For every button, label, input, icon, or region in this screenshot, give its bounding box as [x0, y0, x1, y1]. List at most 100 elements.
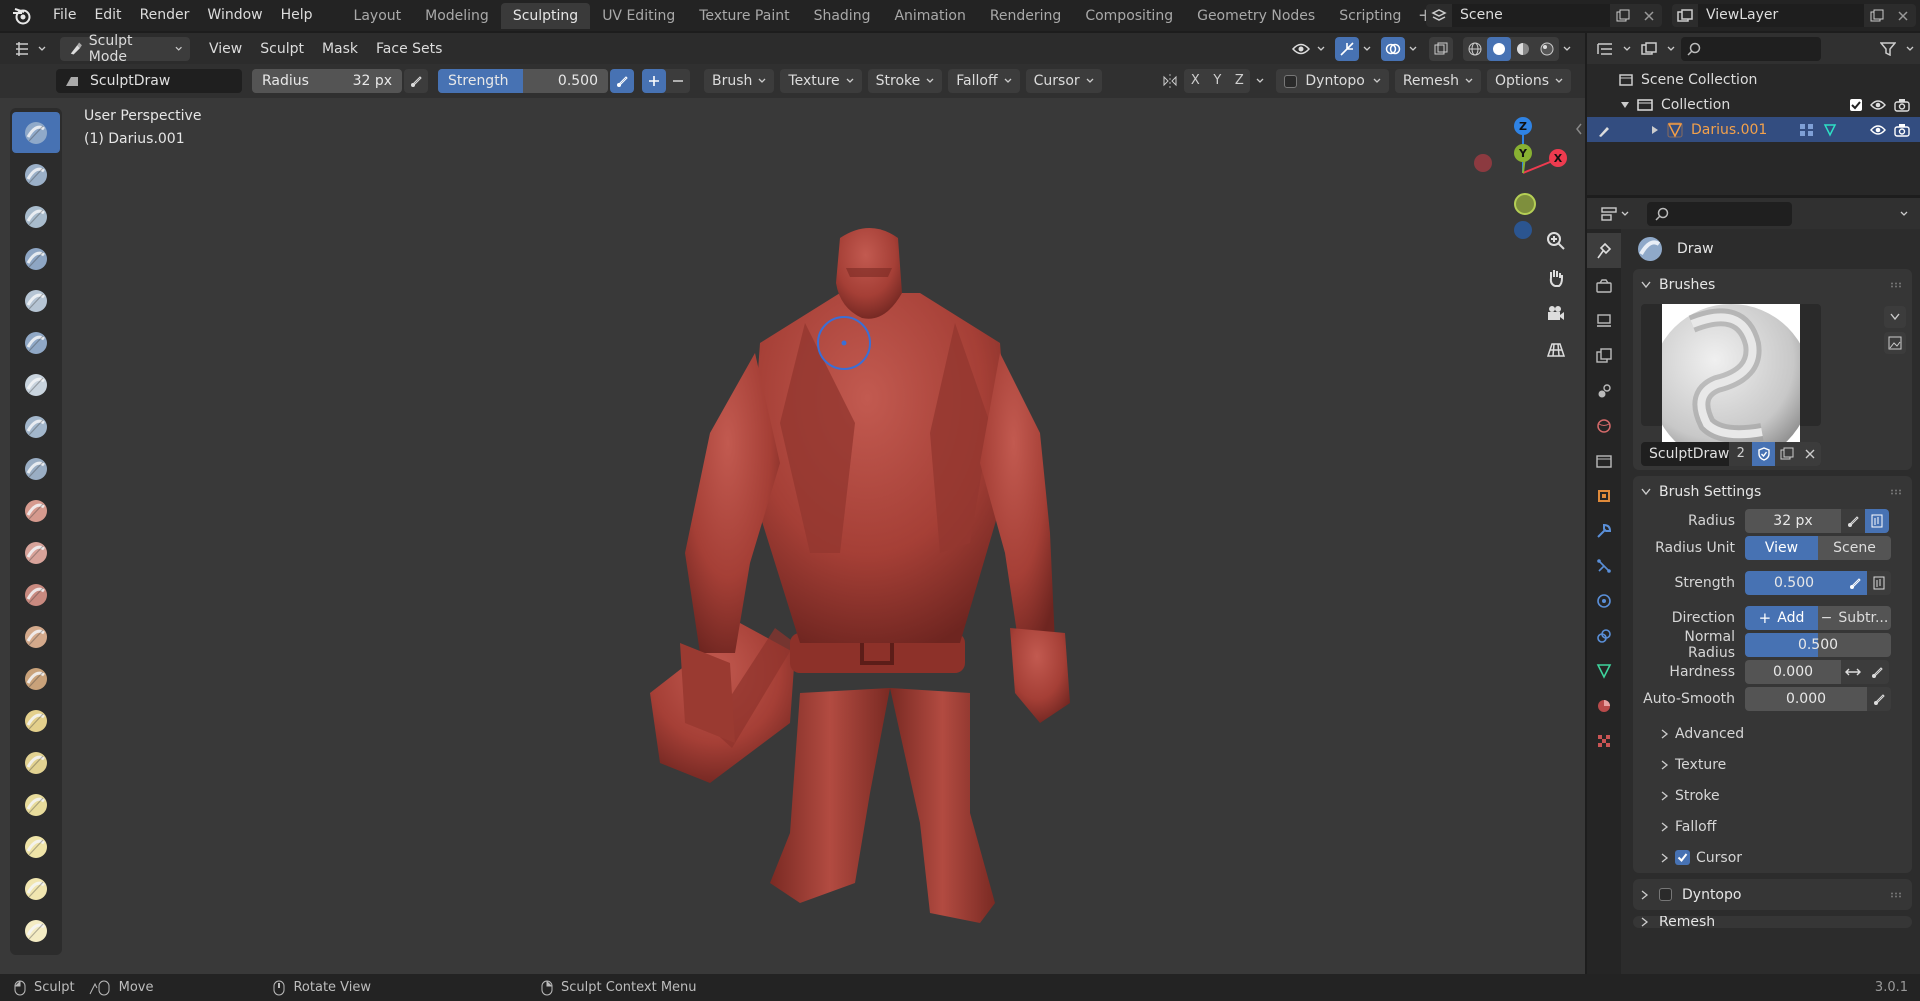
subpanel-falloff[interactable]: Falloff: [1633, 811, 1912, 842]
tool-scrape-icon[interactable]: [12, 616, 60, 657]
tool-pose-icon[interactable]: [12, 910, 60, 951]
mode-selector[interactable]: Sculpt Mode: [60, 33, 190, 65]
menu-mask[interactable]: Mask: [313, 37, 367, 61]
fake-user-shield-icon[interactable]: [1752, 442, 1776, 466]
navigation-gizmo[interactable]: Z Y X: [1465, 108, 1585, 248]
mirror-x-toggle[interactable]: X: [1184, 69, 1207, 93]
hardness-slider[interactable]: 0.000: [1745, 659, 1841, 684]
duplicate-brush-icon[interactable]: [1775, 442, 1799, 466]
view-layer-name[interactable]: ViewLayer: [1698, 4, 1864, 27]
visibility-icon[interactable]: [1289, 37, 1313, 61]
strength-field[interactable]: 0.500: [1745, 570, 1843, 595]
radius-unit-scene[interactable]: Scene: [1818, 535, 1891, 560]
outliner-row-scene-collection[interactable]: Scene Collection: [1587, 67, 1920, 92]
brush-menu[interactable]: Brush: [704, 69, 775, 93]
tool-clay-strips-icon[interactable]: [12, 238, 60, 279]
dyntopo-menu[interactable]: Dyntopo: [1276, 69, 1389, 93]
outliner-search-input[interactable]: [1681, 36, 1821, 61]
tab-scripting[interactable]: Scripting: [1327, 3, 1413, 29]
delete-scene-icon[interactable]: [1636, 4, 1662, 27]
brush-selector[interactable]: SculptDraw: [56, 69, 242, 93]
sidebar-toggle-icon[interactable]: [1575, 123, 1583, 135]
falloff-menu[interactable]: Falloff: [948, 69, 1020, 93]
texture-menu[interactable]: Texture: [780, 69, 862, 93]
object-render-icon[interactable]: [1894, 123, 1910, 137]
menu-view[interactable]: View: [200, 37, 251, 61]
properties-search-input[interactable]: [1647, 201, 1792, 226]
tab-scene-icon[interactable]: [1587, 373, 1621, 408]
tab-shading[interactable]: Shading: [802, 3, 883, 29]
filter-icon[interactable]: [1876, 37, 1900, 61]
brush-name-field[interactable]: SculptDraw 2: [1641, 442, 1821, 466]
tab-particles-icon[interactable]: [1587, 548, 1621, 583]
menu-edit[interactable]: Edit: [85, 0, 130, 31]
dyntopo-panel-header[interactable]: Dyntopo: [1633, 879, 1912, 910]
outliner-row-darius[interactable]: Darius.001: [1587, 117, 1920, 142]
render-camera-icon[interactable]: [1894, 98, 1910, 112]
stroke-menu[interactable]: Stroke: [867, 69, 943, 93]
tab-rendering[interactable]: Rendering: [978, 3, 1074, 29]
add-direction-icon[interactable]: [642, 69, 666, 93]
camera-view-icon[interactable]: [1541, 299, 1571, 329]
tool-layer-icon[interactable]: [12, 322, 60, 363]
tab-texture-paint[interactable]: Texture Paint: [687, 3, 801, 29]
menu-help[interactable]: Help: [272, 0, 322, 31]
cursor-menu[interactable]: Cursor: [1025, 69, 1102, 93]
tab-constraints-icon[interactable]: [1587, 618, 1621, 653]
delete-view-layer-icon[interactable]: [1890, 4, 1916, 27]
subtract-direction-icon[interactable]: [666, 69, 690, 93]
new-view-layer-icon[interactable]: [1864, 4, 1890, 27]
tool-snake-hook-icon[interactable]: [12, 826, 60, 867]
tool-thumb-icon[interactable]: [12, 868, 60, 909]
direction-subtract-button[interactable]: − Subtr...: [1818, 605, 1891, 630]
options-menu[interactable]: Options: [1486, 69, 1571, 93]
strength-curve-icon[interactable]: [1867, 570, 1891, 595]
tool-multiplane-scrape-icon[interactable]: [12, 658, 60, 699]
tool-blob-icon[interactable]: [12, 406, 60, 447]
scene-selector[interactable]: Scene: [1426, 4, 1662, 27]
menu-window[interactable]: Window: [198, 0, 271, 31]
tool-draw-sharp-icon[interactable]: [12, 154, 60, 195]
brush-thumbnail[interactable]: [1641, 304, 1821, 442]
tab-world-icon[interactable]: [1587, 408, 1621, 443]
character-model[interactable]: [640, 223, 1080, 923]
tool-smooth-icon[interactable]: [12, 490, 60, 531]
tab-sculpting[interactable]: Sculpting: [500, 2, 591, 29]
dyntopo-panel-checkbox[interactable]: [1659, 888, 1672, 901]
tab-layout[interactable]: Layout: [342, 3, 414, 29]
remesh-menu[interactable]: Remesh: [1394, 69, 1481, 93]
brushes-panel-header[interactable]: Brushes: [1633, 269, 1912, 300]
xray-toggle-icon[interactable]: [1429, 36, 1453, 61]
subpanel-stroke[interactable]: Stroke: [1633, 780, 1912, 811]
tab-animation[interactable]: Animation: [882, 3, 977, 29]
rendered-shading-icon[interactable]: [1535, 37, 1559, 61]
zoom-icon[interactable]: [1541, 226, 1571, 256]
tool-elastic-deform-icon[interactable]: [12, 784, 60, 825]
outliner-editor-type-icon[interactable]: [1593, 37, 1617, 61]
3d-viewport[interactable]: Sculpt Mode View Sculpt Mask Face Sets S…: [0, 33, 1585, 974]
tab-tool-icon[interactable]: [1587, 233, 1621, 268]
menu-sculpt[interactable]: Sculpt: [251, 37, 313, 61]
tool-fill-icon[interactable]: [12, 574, 60, 615]
radius-unit-view[interactable]: View: [1745, 535, 1818, 560]
tab-modifier-icon[interactable]: [1587, 513, 1621, 548]
radius-field[interactable]: 32 px: [1745, 508, 1841, 533]
subpanel-advanced[interactable]: Advanced: [1633, 718, 1912, 749]
radius-pressure-icon[interactable]: [404, 69, 428, 93]
radius-row-pressure-icon[interactable]: [1841, 508, 1865, 533]
tab-uv-editing[interactable]: UV Editing: [590, 3, 687, 29]
remesh-panel-header[interactable]: Remesh: [1633, 916, 1912, 928]
tool-crease-icon[interactable]: [12, 448, 60, 489]
menu-face-sets[interactable]: Face Sets: [367, 37, 451, 61]
hardness-invert-icon[interactable]: [1841, 659, 1865, 684]
tool-draw-icon[interactable]: [12, 112, 60, 153]
hardness-pressure-icon[interactable]: [1865, 659, 1889, 684]
radius-curve-icon[interactable]: [1865, 508, 1889, 533]
strength-row-pressure-icon[interactable]: [1843, 570, 1867, 595]
overlays-toggle-icon[interactable]: [1381, 36, 1405, 61]
tool-clay-thumb-icon[interactable]: [12, 280, 60, 321]
brush-image-icon[interactable]: [1884, 332, 1906, 354]
mirror-y-toggle[interactable]: Y: [1206, 69, 1229, 93]
dyntopo-checkbox[interactable]: [1284, 74, 1298, 88]
tab-texture-icon[interactable]: [1587, 723, 1621, 758]
